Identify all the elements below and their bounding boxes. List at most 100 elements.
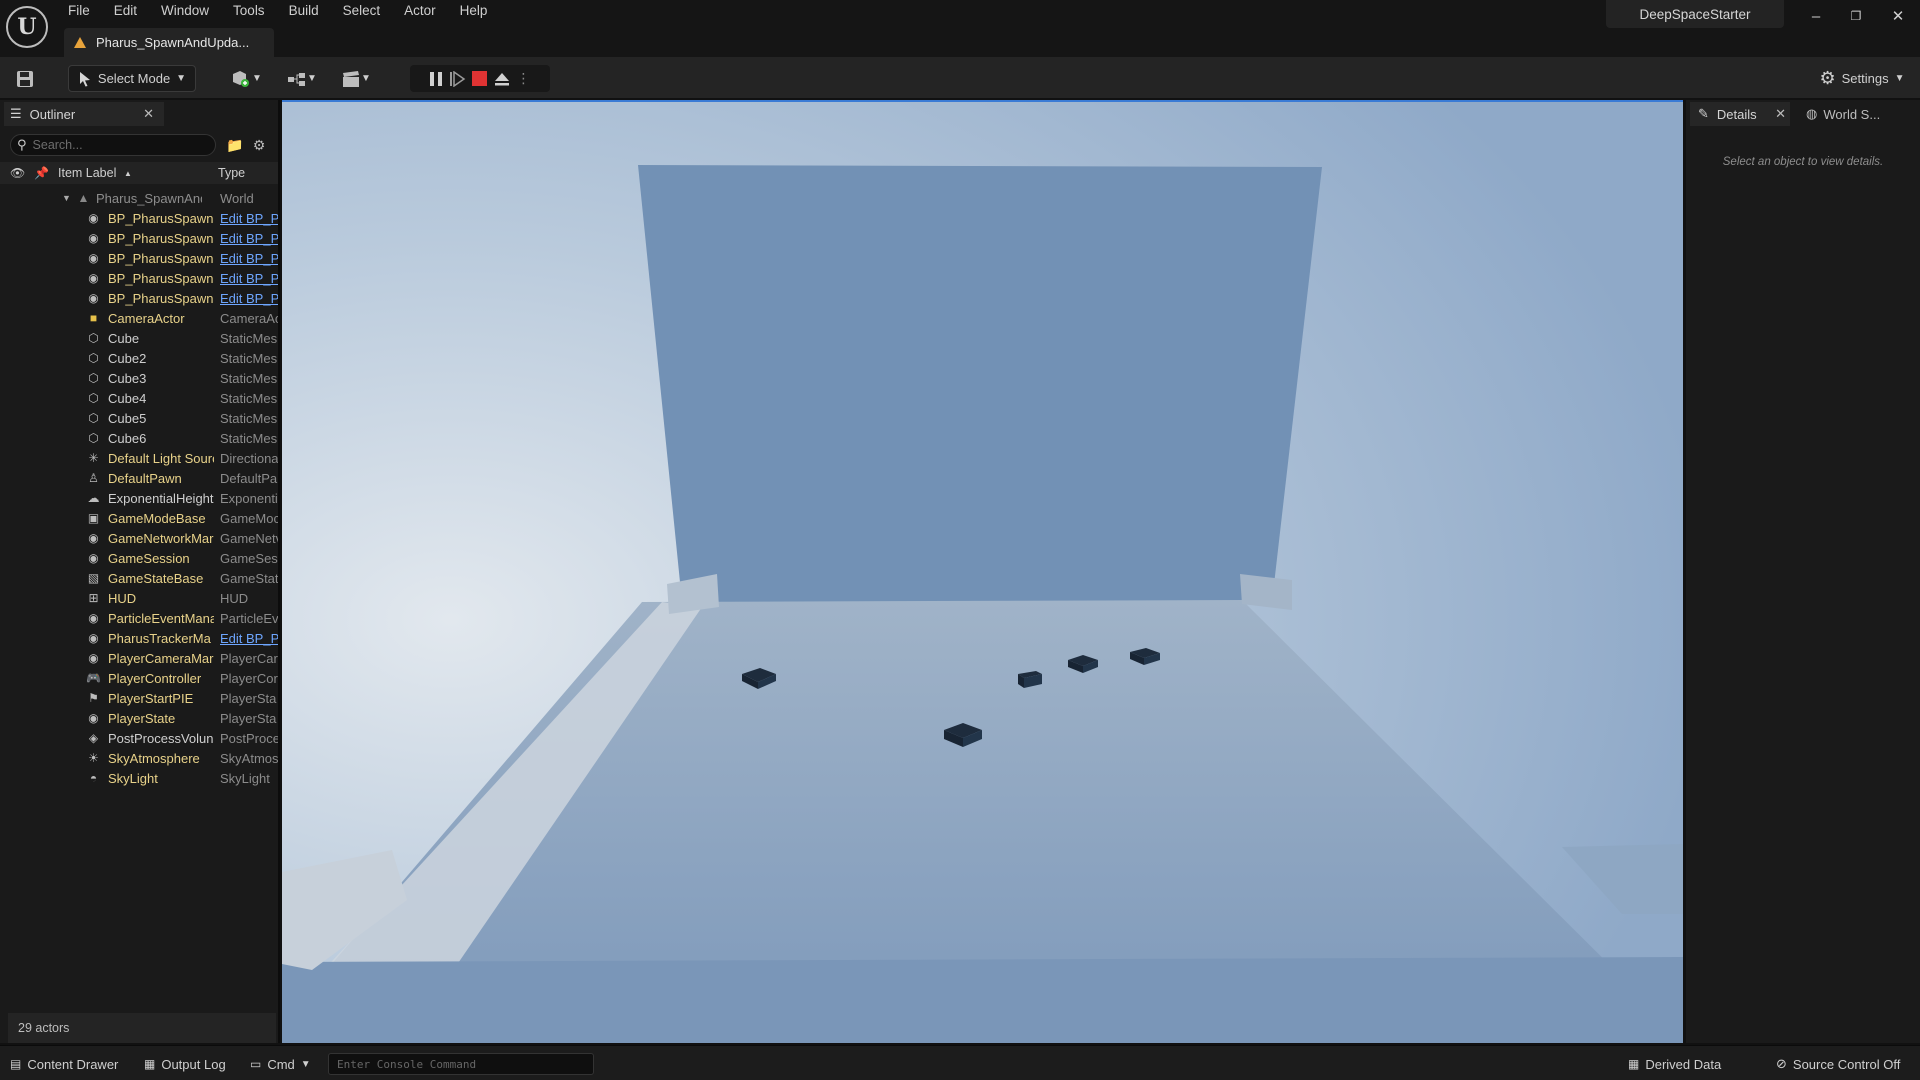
table-row[interactable]: ⬡ Cube3 StaticMes [0, 368, 278, 388]
source-control-button[interactable]: ⊘ Source Control Off [1776, 1052, 1900, 1076]
level-viewport[interactable] [282, 100, 1683, 1043]
table-row[interactable]: ◉ BP_PharusSpawne Edit BP_P [0, 248, 278, 268]
row-type: SkyAtmos [220, 750, 278, 766]
main-toolbar: Select Mode ▼ ▼ ▼ ▼ ⋮ ⚙ Settings ▼ [0, 57, 1920, 99]
table-row[interactable]: ◉ BP_PharusSpawne Edit BP_P [0, 208, 278, 228]
edit-blueprint-link[interactable]: Edit BP_P [220, 291, 278, 306]
menu-window[interactable]: Window [151, 0, 223, 24]
settings-button[interactable]: ⚙ Settings ▼ [1812, 65, 1912, 92]
edit-blueprint-link[interactable]: Edit BP_P [220, 271, 278, 286]
menu-file[interactable]: File [58, 0, 104, 24]
row-label: PlayerStartPIE [108, 690, 194, 706]
output-log-button[interactable]: ▦ Output Log [144, 1052, 226, 1076]
close-window-button[interactable]: ✕ [1880, 4, 1916, 28]
table-row[interactable]: ◉ BP_PharusSpawne Edit BP_P [0, 288, 278, 308]
back-wall[interactable] [638, 165, 1322, 602]
close-icon[interactable]: ✕ [143, 106, 154, 122]
content-drawer-button[interactable]: ▤ Content Drawer [10, 1052, 118, 1076]
table-row[interactable]: ☁ ExponentialHeightI Exponenti [0, 488, 278, 508]
corner-block-right[interactable] [1240, 574, 1292, 610]
add-actor-button[interactable]: ▼ [226, 65, 266, 92]
viewport-scene[interactable] [282, 102, 1683, 1043]
menu-select[interactable]: Select [333, 0, 395, 24]
edit-blueprint-link[interactable]: Edit BP_P [220, 251, 278, 266]
menu-build[interactable]: Build [279, 0, 333, 24]
cinematics-button[interactable]: ▼ [336, 65, 376, 92]
table-row[interactable]: ⊞ HUD HUD [0, 588, 278, 608]
table-row[interactable]: ✳ Default Light Sourc Directiona [0, 448, 278, 468]
row-type: PlayerSta [220, 710, 277, 726]
table-row[interactable]: ◉ BP_PharusSpawne Edit BP_P [0, 268, 278, 288]
add-folder-icon[interactable]: 📁 [226, 136, 244, 154]
details-tab[interactable]: ✎ Details ✕ [1690, 102, 1790, 126]
more-options-icon[interactable]: ⋮ [517, 70, 531, 87]
table-row[interactable]: ◉ PharusTrackerMa Edit BP_P [0, 628, 278, 648]
table-row[interactable]: ⚑ PlayerStartPIE PlayerSta [0, 688, 278, 708]
visibility-column-eye-icon[interactable]: 👁 [10, 166, 25, 180]
post-process-icon: ◈ [88, 731, 99, 745]
type-column[interactable]: Type [218, 166, 245, 180]
table-row[interactable]: ◉ BP_PharusSpawne Edit BP_P [0, 228, 278, 248]
level-icon [74, 37, 86, 48]
table-row[interactable]: ⬡ Cube2 StaticMes [0, 348, 278, 368]
actor-icon: ◉ [88, 271, 99, 285]
table-row[interactable]: ⬡ Cube6 StaticMes [0, 428, 278, 448]
table-row[interactable]: ◉ ParticleEventMana ParticleEv [0, 608, 278, 628]
select-mode-label: Select Mode [97, 71, 171, 86]
blueprint-button[interactable]: ▼ [282, 65, 322, 92]
eject-icon[interactable] [493, 71, 511, 87]
player-start-icon: ⚑ [88, 691, 99, 705]
row-label: GameNetworkMar [108, 530, 214, 546]
tree-row-world[interactable]: ▼ ▲ Pharus_SpawnAndU World [0, 188, 278, 208]
level-document-tab[interactable]: Pharus_SpawnAndUpda... [64, 28, 274, 57]
table-row[interactable]: 🎮 PlayerController PlayerCor [0, 668, 278, 688]
table-row[interactable]: ■ CameraActor CameraAc [0, 308, 278, 328]
search-input[interactable] [32, 138, 193, 152]
table-row[interactable]: ⬡ Cube4 StaticMes [0, 388, 278, 408]
directional-light-icon: ✳ [88, 451, 99, 465]
item-label-column[interactable]: Item Label [58, 166, 116, 180]
restore-button[interactable]: ❐ [1838, 4, 1874, 28]
menu-help[interactable]: Help [450, 0, 502, 24]
table-row[interactable]: ◈ PostProcessVolun PostProce [0, 728, 278, 748]
outliner-tab[interactable]: ☰ Outliner ✕ [4, 102, 164, 126]
pin-column-icon[interactable]: 📌 [34, 166, 49, 180]
table-row[interactable]: ♙ DefaultPawn DefaultPa [0, 468, 278, 488]
gear-icon[interactable]: ⚙ [250, 136, 268, 154]
cmd-dropdown[interactable]: ▭ Cmd ▼ [250, 1052, 311, 1076]
close-icon[interactable]: ✕ [1775, 106, 1786, 122]
cube-icon: ⬡ [88, 351, 99, 365]
minimize-button[interactable]: – [1798, 4, 1834, 28]
menu-actor[interactable]: Actor [394, 0, 450, 24]
save-button[interactable] [10, 65, 40, 92]
pause-icon[interactable] [429, 71, 442, 86]
chevron-down-icon: ▼ [361, 73, 371, 84]
table-row[interactable]: ◉ GameSession GameSes [0, 548, 278, 568]
world-settings-tab[interactable]: ◍ World S... [1806, 102, 1906, 126]
edit-blueprint-link[interactable]: Edit BP_P [220, 631, 278, 646]
select-mode-dropdown[interactable]: Select Mode ▼ [68, 65, 196, 92]
menu-tools[interactable]: Tools [223, 0, 279, 24]
console-command-input[interactable] [328, 1053, 594, 1075]
derived-data-button[interactable]: ▦ Derived Data [1628, 1052, 1721, 1076]
stop-icon[interactable] [471, 71, 487, 86]
table-row[interactable]: ◉ PlayerState PlayerSta [0, 708, 278, 728]
unreal-logo-icon[interactable]: U [6, 6, 48, 48]
chevron-down-icon[interactable]: ▼ [62, 193, 71, 203]
row-label: PlayerController [108, 670, 202, 686]
table-row[interactable]: ⬡ Cube StaticMes [0, 328, 278, 348]
menu-edit[interactable]: Edit [104, 0, 151, 24]
edit-blueprint-link[interactable]: Edit BP_P [220, 231, 278, 246]
step-frame-icon[interactable] [448, 70, 466, 87]
table-row[interactable]: ▣ GameModeBase GameMoc [0, 508, 278, 528]
details-empty-hint: Select an object to view details. [1722, 156, 1884, 168]
table-row[interactable]: ◓ SkyLight SkyLight [0, 768, 278, 788]
outliner-search[interactable]: ⚲ [10, 134, 216, 156]
table-row[interactable]: ◉ PlayerCameraMar PlayerCar [0, 648, 278, 668]
content-drawer-label: Content Drawer [27, 1056, 119, 1072]
table-row[interactable]: ▧ GameStateBase GameStat [0, 568, 278, 588]
table-row[interactable]: ☀ SkyAtmosphere SkyAtmos [0, 748, 278, 768]
table-row[interactable]: ◉ GameNetworkMar GameNetv [0, 528, 278, 548]
table-row[interactable]: ⬡ Cube5 StaticMes [0, 408, 278, 428]
edit-blueprint-link[interactable]: Edit BP_P [220, 211, 278, 226]
